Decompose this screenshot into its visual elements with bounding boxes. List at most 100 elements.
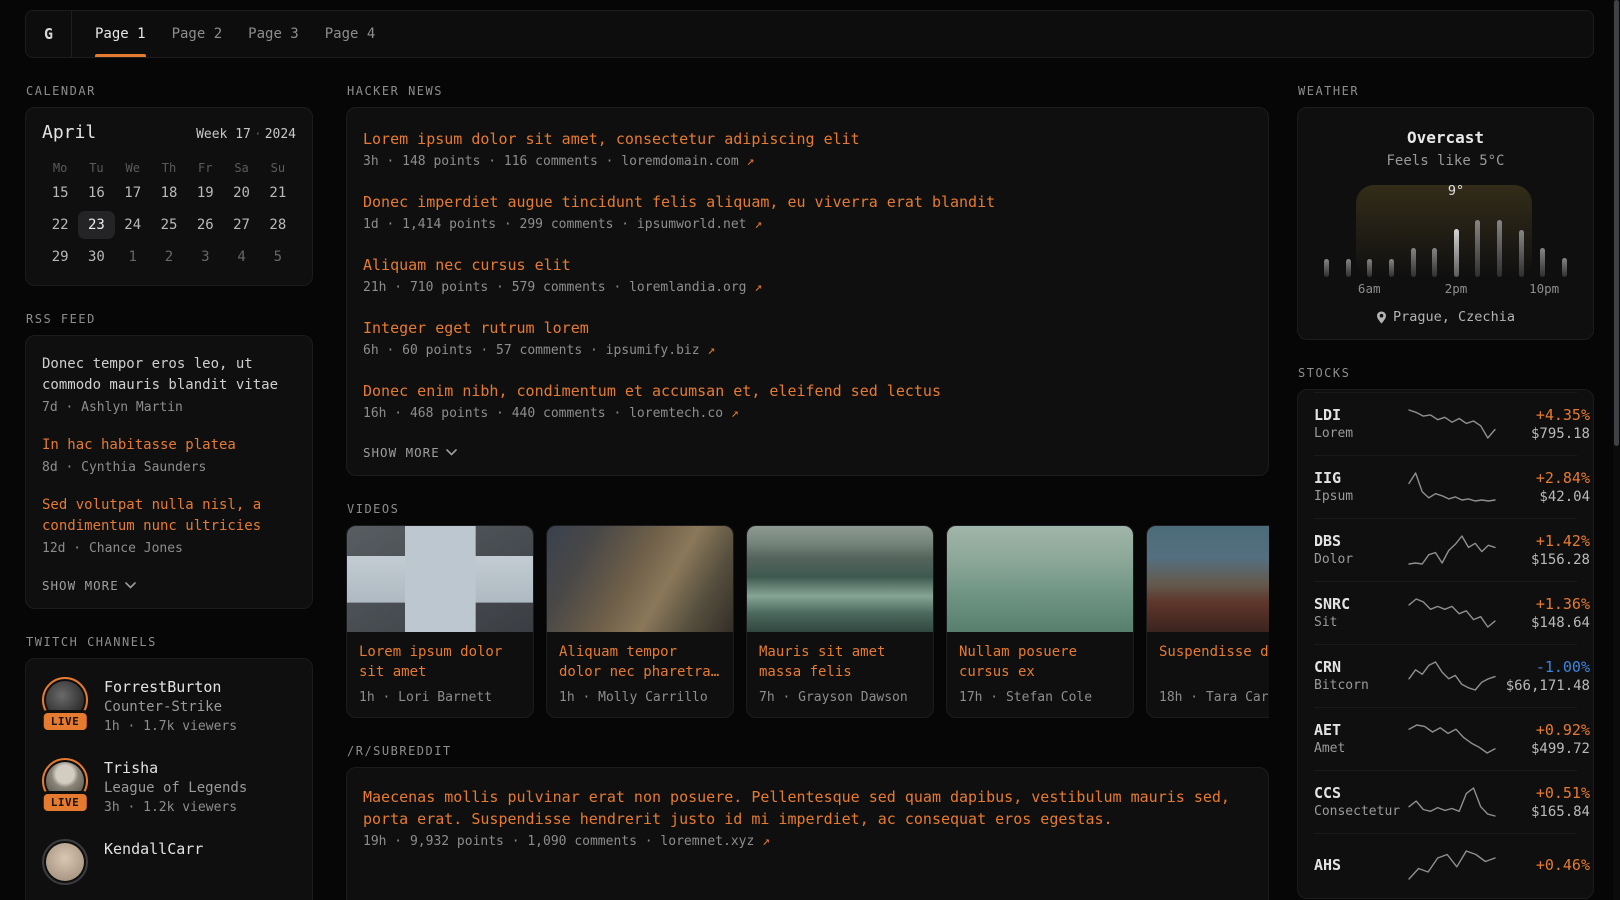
video-card[interactable]: Suspendisse diam 18h · Tara Carpenter xyxy=(1146,525,1269,718)
weather-bar[interactable] xyxy=(1389,259,1394,277)
stock-row[interactable]: LDI Lorem +4.35% $795.18 xyxy=(1314,392,1577,455)
calendar-day[interactable]: 27 xyxy=(223,211,259,239)
calendar-day[interactable]: 19 xyxy=(187,179,223,207)
weather-bar[interactable] xyxy=(1324,259,1329,277)
stock-symbol[interactable]: AHS xyxy=(1314,855,1406,875)
stock-symbol[interactable]: SNRC xyxy=(1314,594,1406,614)
weather-bar[interactable] xyxy=(1540,248,1545,277)
external-link-icon[interactable]: ↗ xyxy=(754,217,762,232)
calendar-day[interactable]: 21 xyxy=(260,179,296,207)
video-thumbnail[interactable] xyxy=(947,526,1133,632)
video-title[interactable]: Mauris sit amet massa felis xyxy=(759,642,921,682)
stock-symbol[interactable]: LDI xyxy=(1314,405,1406,425)
external-link-icon[interactable]: ↗ xyxy=(747,154,755,169)
rss-item-title[interactable]: Sed volutpat nulla nisl, a condimentum n… xyxy=(42,495,296,537)
hackernews-item-title[interactable]: Aliquam nec cursus elit xyxy=(363,254,1252,276)
calendar-day[interactable]: 28 xyxy=(260,211,296,239)
stock-row[interactable]: AET Amet +0.92% $499.72 xyxy=(1314,707,1577,770)
hackernews-item-title[interactable]: Donec enim nibh, condimentum et accumsan… xyxy=(363,380,1252,402)
rss-show-more-button[interactable]: SHOW MORE xyxy=(42,578,136,593)
twitch-channel-name[interactable]: KendallCarr xyxy=(104,839,203,859)
page-tab[interactable]: Page 4 xyxy=(312,11,389,57)
calendar-day[interactable]: 2 xyxy=(151,243,187,271)
page-scrollbar-thumb[interactable] xyxy=(1614,0,1619,446)
calendar-day[interactable]: 23 xyxy=(78,211,114,239)
calendar-day[interactable]: 25 xyxy=(151,211,187,239)
page-tab[interactable]: Page 1 xyxy=(82,11,159,57)
calendar-day[interactable]: 5 xyxy=(260,243,296,271)
external-link-icon[interactable]: ↗ xyxy=(707,343,715,358)
video-card[interactable]: Aliquam tempor dolor nec pharetra… 1h · … xyxy=(546,525,734,718)
weather-location[interactable]: Prague, Czechia xyxy=(1314,309,1577,325)
video-title[interactable]: Nullam posuere cursus ex xyxy=(959,642,1121,682)
weather-bar[interactable] xyxy=(1475,220,1480,277)
calendar-day[interactable]: 3 xyxy=(187,243,223,271)
page-scrollbar-track[interactable] xyxy=(1613,0,1620,900)
video-title[interactable]: Suspendisse diam xyxy=(1159,642,1269,682)
weather-bar[interactable] xyxy=(1454,229,1459,277)
stock-row[interactable]: CRN Bitcorn -1.00% $66,171.48 xyxy=(1314,644,1577,707)
video-thumbnail[interactable] xyxy=(1147,526,1269,632)
page-tab[interactable]: Page 2 xyxy=(159,11,236,57)
weather-card: Overcast Feels like 5°C 9° 6am2pm10pm xyxy=(1297,107,1594,340)
external-link-icon[interactable]: ↗ xyxy=(762,834,770,849)
stock-symbol[interactable]: IIG xyxy=(1314,468,1406,488)
calendar-day[interactable]: 24 xyxy=(115,211,151,239)
twitch-channel-name[interactable]: Trisha xyxy=(104,758,247,778)
rss-item-title[interactable]: In hac habitasse platea xyxy=(42,435,296,456)
stock-row[interactable]: DBS Dolor +1.42% $156.28 xyxy=(1314,518,1577,581)
video-thumbnail[interactable] xyxy=(547,526,733,632)
stock-row[interactable]: AHS +0.46% xyxy=(1314,833,1577,896)
video-title[interactable]: Lorem ipsum dolor sit amet consectetu… xyxy=(359,642,521,682)
video-thumbnail[interactable] xyxy=(747,526,933,632)
stock-symbol[interactable]: DBS xyxy=(1314,531,1406,551)
rss-item-title[interactable]: Donec tempor eros leo, ut commodo mauris… xyxy=(42,354,296,396)
calendar-day[interactable]: 22 xyxy=(42,211,78,239)
stock-symbol[interactable]: CCS xyxy=(1314,783,1406,803)
stock-row[interactable]: CCS Consectetur +0.51% $165.84 xyxy=(1314,770,1577,833)
weather-bar[interactable] xyxy=(1367,259,1372,277)
calendar-day[interactable]: 26 xyxy=(187,211,223,239)
twitch-channel-row[interactable]: LIVE Trisha League of Legends 3h · 1.2k … xyxy=(42,758,296,817)
weather-bar[interactable] xyxy=(1519,230,1524,277)
top-nav: G Page 1 Page 2 Page 3 Page 4 xyxy=(25,10,1594,58)
weather-bar[interactable] xyxy=(1562,258,1567,277)
calendar-day[interactable]: 16 xyxy=(78,179,114,207)
video-card[interactable]: Nullam posuere cursus ex 17h · Stefan Co… xyxy=(946,525,1134,718)
hackernews-show-more-button[interactable]: SHOW MORE xyxy=(363,445,457,460)
stock-symbol[interactable]: CRN xyxy=(1314,657,1406,677)
calendar-day[interactable]: 20 xyxy=(223,179,259,207)
calendar-day[interactable]: 1 xyxy=(115,243,151,271)
subreddit-post-title[interactable]: Maecenas mollis pulvinar erat non posuer… xyxy=(363,786,1252,830)
hackernews-item-title[interactable]: Lorem ipsum dolor sit amet, consectetur … xyxy=(363,128,1252,150)
external-link-icon[interactable]: ↗ xyxy=(731,406,739,421)
calendar-day[interactable]: 18 xyxy=(151,179,187,207)
page-tab-label: Page 3 xyxy=(248,26,299,42)
stock-row[interactable]: SNRC Sit +1.36% $148.64 xyxy=(1314,581,1577,644)
calendar-day[interactable]: 4 xyxy=(223,243,259,271)
stock-symbol[interactable]: AET xyxy=(1314,720,1406,740)
stock-row[interactable]: IIG Ipsum +2.84% $42.04 xyxy=(1314,455,1577,518)
hackernews-item-title[interactable]: Integer eget rutrum lorem xyxy=(363,317,1252,339)
calendar-day[interactable]: 30 xyxy=(78,243,114,271)
calendar-day[interactable]: 29 xyxy=(42,243,78,271)
hackernews-item-title[interactable]: Donec imperdiet augue tincidunt felis al… xyxy=(363,191,1252,213)
weather-bar[interactable] xyxy=(1432,248,1437,277)
weather-bar[interactable] xyxy=(1497,220,1502,277)
video-card[interactable]: Lorem ipsum dolor sit amet consectetu… 1… xyxy=(346,525,534,718)
twitch-channel-name[interactable]: ForrestBurton xyxy=(104,677,237,697)
page-tab[interactable]: Page 3 xyxy=(235,11,312,57)
app-logo[interactable]: G xyxy=(26,11,72,57)
calendar-day[interactable]: 15 xyxy=(42,179,78,207)
calendar-day[interactable]: 17 xyxy=(115,179,151,207)
twitch-channel-row[interactable]: KendallCarr xyxy=(42,839,296,885)
subreddit-widget: /R/SUBREDDIT Maecenas mollis pulvinar er… xyxy=(346,744,1269,900)
calendar-widget: CALENDAR April Week 17·2024 MoTuWeThFrSa… xyxy=(25,84,313,286)
weather-bar[interactable] xyxy=(1411,248,1416,277)
external-link-icon[interactable]: ↗ xyxy=(754,280,762,295)
weather-bar[interactable] xyxy=(1346,259,1351,277)
video-thumbnail[interactable] xyxy=(347,526,533,632)
twitch-channel-row[interactable]: LIVE ForrestBurton Counter-Strike 1h · 1… xyxy=(42,677,296,736)
video-title[interactable]: Aliquam tempor dolor nec pharetra… xyxy=(559,642,721,682)
video-card[interactable]: Mauris sit amet massa felis 7h · Grayson… xyxy=(746,525,934,718)
